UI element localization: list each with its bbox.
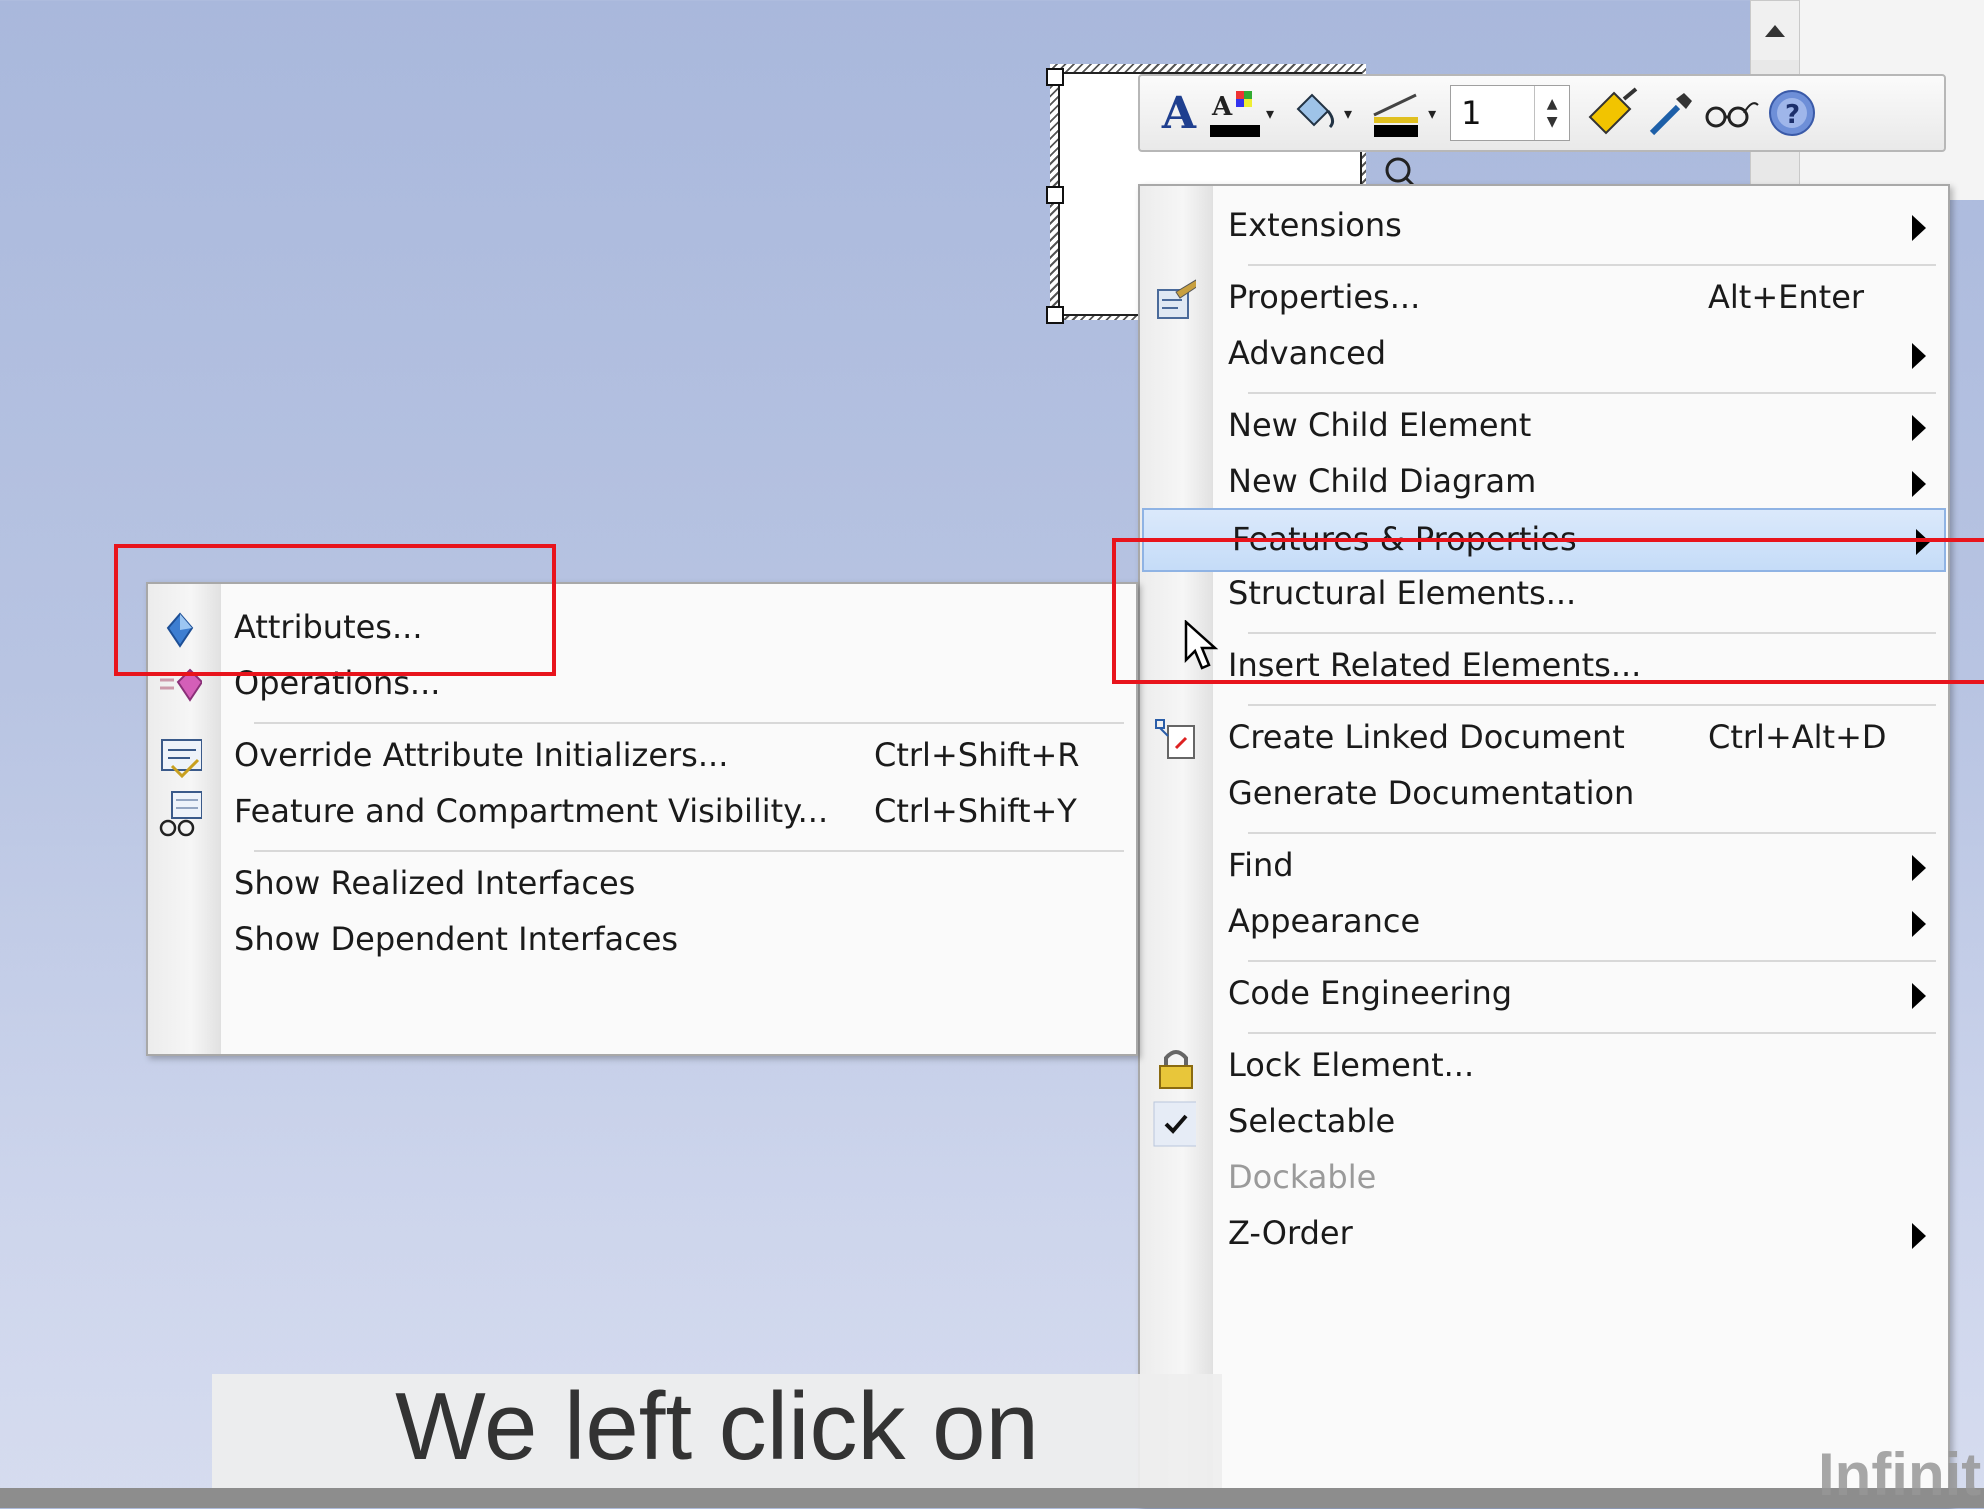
- menu-separator: [1248, 832, 1936, 834]
- submenu-item-show-dependent-interfaces[interactable]: Show Dependent Interfaces: [148, 910, 1136, 974]
- menu-item-shortcut: Alt+Enter: [1708, 278, 1865, 316]
- submenu-item-feature-and-compartment-visibility[interactable]: Feature and Compartment Visibility... Ctr…: [148, 782, 1136, 846]
- submenu-arrow-icon: [1912, 855, 1926, 881]
- menu-item-label: Show Dependent Interfaces: [234, 920, 679, 958]
- font-icon[interactable]: A: [1154, 84, 1204, 142]
- linked-document-icon: [1152, 718, 1196, 762]
- menu-separator: [1248, 264, 1936, 266]
- menu-separator: [1248, 392, 1936, 394]
- eyedropper-icon[interactable]: [1640, 84, 1698, 142]
- menu-item-shortcut: Ctrl+Alt+D: [1708, 718, 1887, 756]
- properties-icon: [1152, 278, 1196, 322]
- checkmark-icon: [1152, 1101, 1196, 1147]
- menu-item-z-order[interactable]: Z-Order: [1140, 1204, 1948, 1268]
- menu-item-label: Advanced: [1228, 334, 1387, 372]
- menu-item-label: Dockable: [1228, 1158, 1377, 1196]
- menu-item-create-linked-document[interactable]: Create Linked Document Ctrl+Alt+D: [1140, 708, 1948, 772]
- menu-item-properties[interactable]: Properties... Alt+Enter: [1140, 268, 1948, 332]
- annotation-box-attributes: [114, 544, 556, 676]
- glasses-icon[interactable]: [1698, 84, 1764, 142]
- resize-handle[interactable]: [1046, 68, 1064, 86]
- submenu-arrow-icon: [1912, 471, 1926, 497]
- menu-item-dockable[interactable]: Dockable: [1140, 1148, 1948, 1212]
- bottom-strip: [0, 1488, 1984, 1508]
- menu-item-label: Create Linked Document: [1228, 718, 1625, 756]
- lock-icon: [1152, 1046, 1196, 1090]
- menu-item-label: Extensions: [1228, 206, 1402, 244]
- menu-item-shortcut: Ctrl+Shift+R: [874, 736, 1080, 774]
- menu-item-lock-element[interactable]: Lock Element...: [1140, 1036, 1948, 1100]
- visibility-icon: [158, 791, 202, 837]
- menu-item-label: Z-Order: [1228, 1214, 1353, 1252]
- scroll-up-icon: [1765, 25, 1785, 37]
- menu-item-label: Lock Element...: [1228, 1046, 1475, 1084]
- format-toolbar: A A ▾ ▾ ▾ 1 ▲ ▼ ?: [1138, 74, 1946, 152]
- annotation-box-features: [1112, 538, 1984, 684]
- menu-item-new-child-diagram[interactable]: New Child Diagram: [1140, 452, 1948, 516]
- fill-color-icon[interactable]: [1288, 84, 1342, 142]
- override-initializers-icon: [158, 736, 202, 780]
- submenu-arrow-icon: [1912, 911, 1926, 937]
- menu-separator: [1248, 1032, 1936, 1034]
- menu-item-code-engineering[interactable]: Code Engineering: [1140, 964, 1948, 1028]
- watermark: Infinit: [1818, 1441, 1982, 1508]
- chevron-down-icon[interactable]: ▾: [1344, 104, 1352, 123]
- menu-item-appearance[interactable]: Appearance: [1140, 892, 1948, 956]
- chevron-down-icon[interactable]: ▾: [1266, 104, 1274, 123]
- font-color-icon[interactable]: A: [1204, 84, 1264, 142]
- menu-item-label: New Child Element: [1228, 406, 1532, 444]
- menu-separator: [254, 850, 1124, 852]
- line-width-spinner[interactable]: 1 ▲ ▼: [1450, 85, 1571, 141]
- menu-item-label: Appearance: [1228, 902, 1421, 940]
- caption-line-1: We left click on: [395, 1373, 1039, 1480]
- menu-item-label: Find: [1228, 846, 1294, 884]
- line-color-icon[interactable]: [1366, 84, 1426, 142]
- menu-item-generate-documentation[interactable]: Generate Documentation: [1140, 764, 1948, 828]
- menu-item-label: New Child Diagram: [1228, 462, 1537, 500]
- menu-item-label: Feature and Compartment Visibility...: [234, 792, 829, 830]
- svg-text:A: A: [1211, 92, 1233, 122]
- chevron-down-icon[interactable]: ▾: [1428, 104, 1436, 123]
- resize-handle[interactable]: [1046, 186, 1064, 204]
- menu-item-label: Override Attribute Initializers...: [234, 736, 729, 774]
- context-menu: Extensions Properties... Alt+Enter Advanced…: [1138, 184, 1950, 1508]
- menu-item-label: Properties...: [1228, 278, 1421, 316]
- format-painter-icon[interactable]: [1582, 84, 1640, 142]
- line-width-value[interactable]: 1: [1451, 94, 1534, 132]
- menu-item-find[interactable]: Find: [1140, 836, 1948, 900]
- submenu-arrow-icon: [1912, 1223, 1926, 1249]
- submenu-arrow-icon: [1912, 343, 1926, 369]
- submenu-item-override-attribute-initializers[interactable]: Override Attribute Initializers... Ctrl+S…: [148, 726, 1136, 790]
- menu-separator: [254, 722, 1124, 724]
- resize-handle[interactable]: [1046, 306, 1064, 324]
- menu-item-advanced[interactable]: Advanced: [1140, 324, 1948, 388]
- menu-separator: [1248, 704, 1936, 706]
- scroll-up-button[interactable]: [1750, 0, 1800, 62]
- menu-item-shortcut: Ctrl+Shift+Y: [874, 792, 1077, 830]
- menu-item-extensions[interactable]: Extensions: [1140, 196, 1948, 260]
- menu-item-new-child-element[interactable]: New Child Element: [1140, 396, 1948, 460]
- menu-item-label: Generate Documentation: [1228, 774, 1635, 812]
- menu-item-label: Code Engineering: [1228, 974, 1513, 1012]
- menu-separator: [1248, 960, 1936, 962]
- submenu-arrow-icon: [1912, 983, 1926, 1009]
- menu-item-selectable[interactable]: Selectable: [1140, 1092, 1948, 1156]
- menu-item-label: Show Realized Interfaces: [234, 864, 636, 902]
- svg-text:?: ?: [1785, 100, 1800, 130]
- submenu-arrow-icon: [1912, 415, 1926, 441]
- submenu-arrow-icon: [1912, 215, 1926, 241]
- submenu-item-show-realized-interfaces[interactable]: Show Realized Interfaces: [148, 854, 1136, 918]
- menu-item-label: Selectable: [1228, 1102, 1396, 1140]
- mouse-cursor-icon: [1183, 619, 1219, 676]
- spinner-arrows-icon[interactable]: ▲ ▼: [1534, 86, 1569, 140]
- help-icon[interactable]: ?: [1764, 84, 1820, 142]
